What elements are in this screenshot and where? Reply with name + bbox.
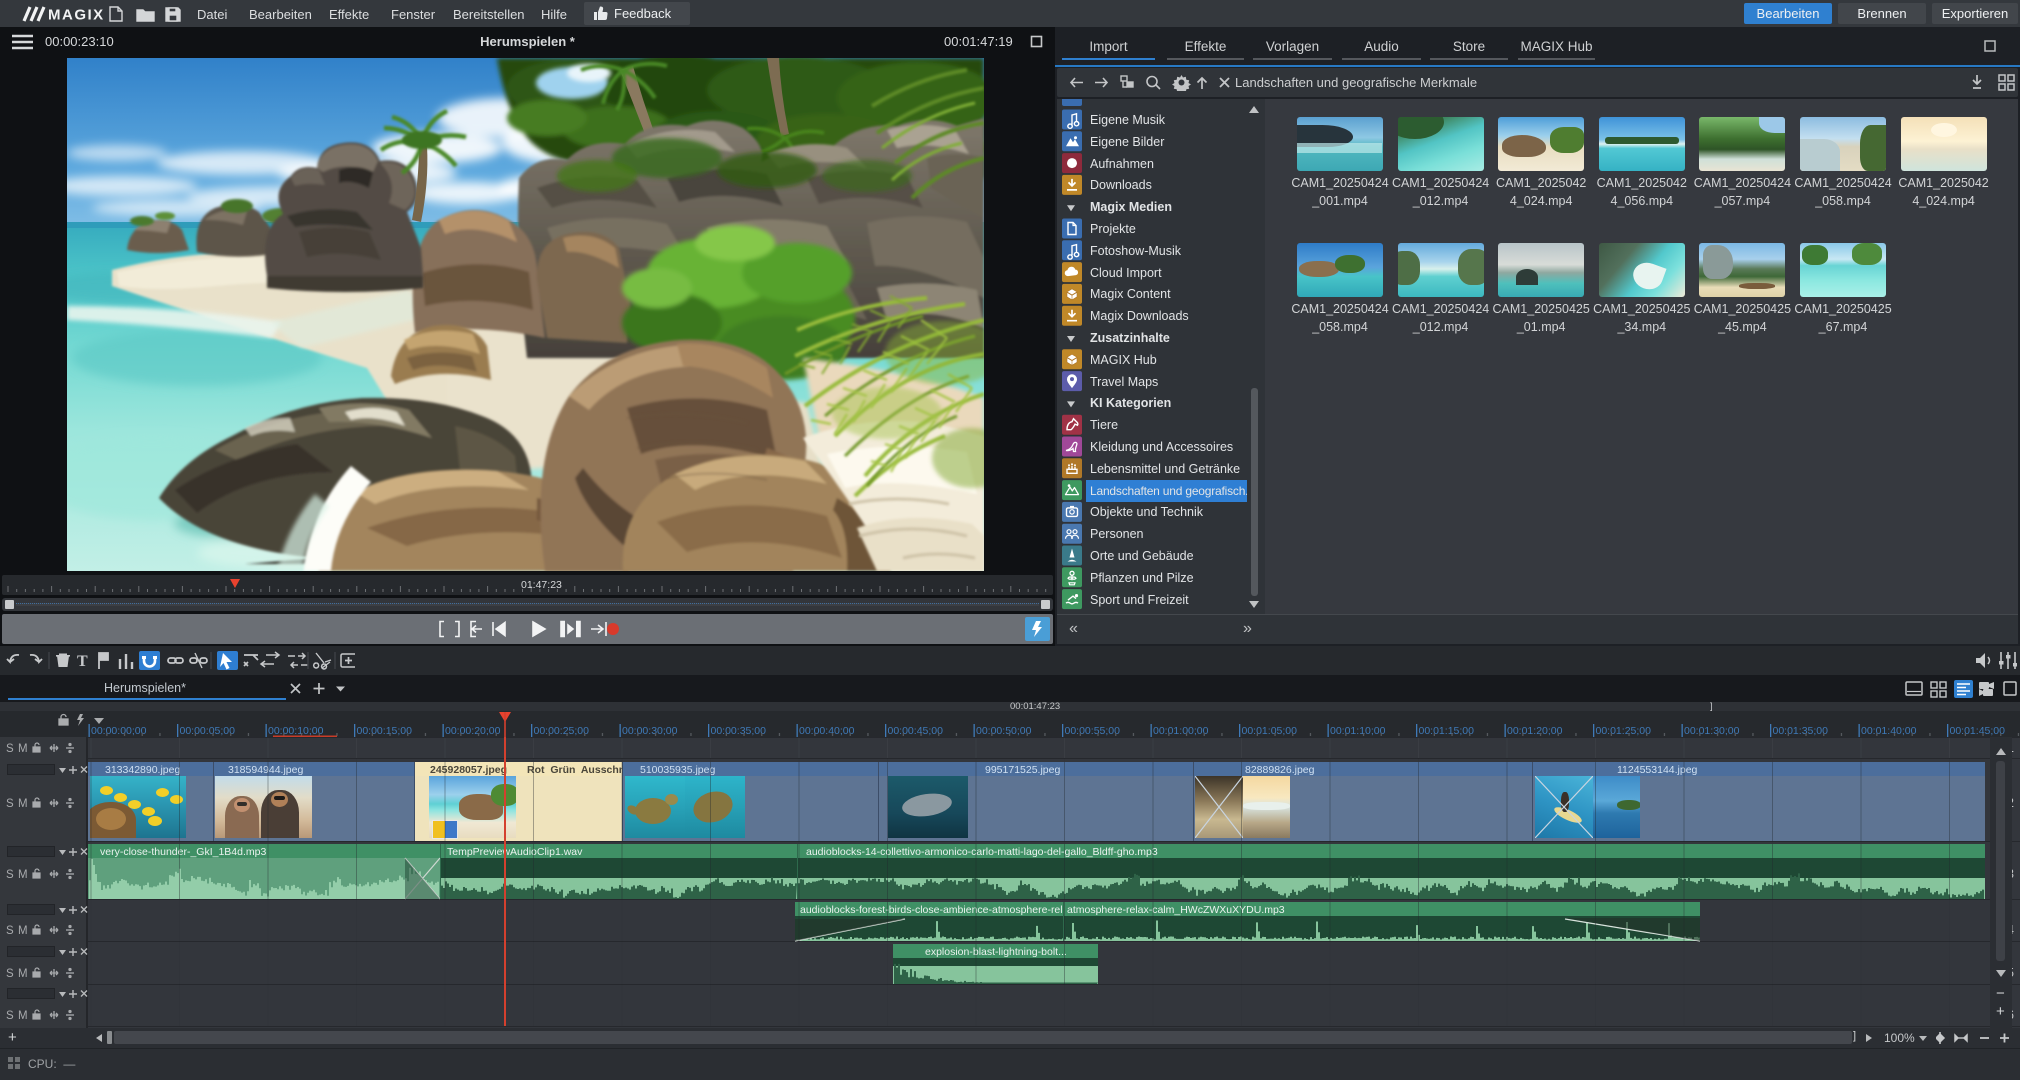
svg-text:00:01:15;00: 00:01:15;00 <box>1419 725 1475 737</box>
svg-text:MAGIX: MAGIX <box>48 7 105 24</box>
svg-text:00:00:15;00: 00:00:15;00 <box>357 725 413 737</box>
svg-text:00:00:55;00: 00:00:55;00 <box>1065 725 1121 737</box>
svg-text:00:00:00;00: 00:00:00;00 <box>91 725 147 737</box>
svg-text:00:00:05;00: 00:00:05;00 <box>180 725 236 737</box>
svg-text:00:00:20;00: 00:00:20;00 <box>445 725 501 737</box>
svg-text:00:01:00;00: 00:01:00;00 <box>1153 725 1209 737</box>
svg-text:00:00:30;00: 00:00:30;00 <box>622 725 678 737</box>
svg-text:01:47:23: 01:47:23 <box>521 579 562 591</box>
svg-text:00:01:10;00: 00:01:10;00 <box>1330 725 1386 737</box>
svg-text:00:00:40;00: 00:00:40;00 <box>799 725 855 737</box>
svg-text:00:00:35;00: 00:00:35;00 <box>711 725 767 737</box>
svg-text:00:00:10;00: 00:00:10;00 <box>268 725 324 737</box>
svg-text:00:01:05;00: 00:01:05;00 <box>1242 725 1298 737</box>
svg-text:00:01:25;00: 00:01:25;00 <box>1596 725 1652 737</box>
svg-text:00:01:35;00: 00:01:35;00 <box>1773 725 1829 737</box>
svg-text:00:00:50;00: 00:00:50;00 <box>976 725 1032 737</box>
svg-text:00:00:25;00: 00:00:25;00 <box>534 725 590 737</box>
svg-text:00:01:30;00: 00:01:30;00 <box>1684 725 1740 737</box>
svg-text:T: T <box>77 653 88 670</box>
svg-text:00:01:20;00: 00:01:20;00 <box>1507 725 1563 737</box>
svg-text:00:00:45;00: 00:00:45;00 <box>888 725 944 737</box>
svg-text:00:01:45;00: 00:01:45;00 <box>1950 725 2006 737</box>
svg-text:00:01:40;00: 00:01:40;00 <box>1861 725 1917 737</box>
